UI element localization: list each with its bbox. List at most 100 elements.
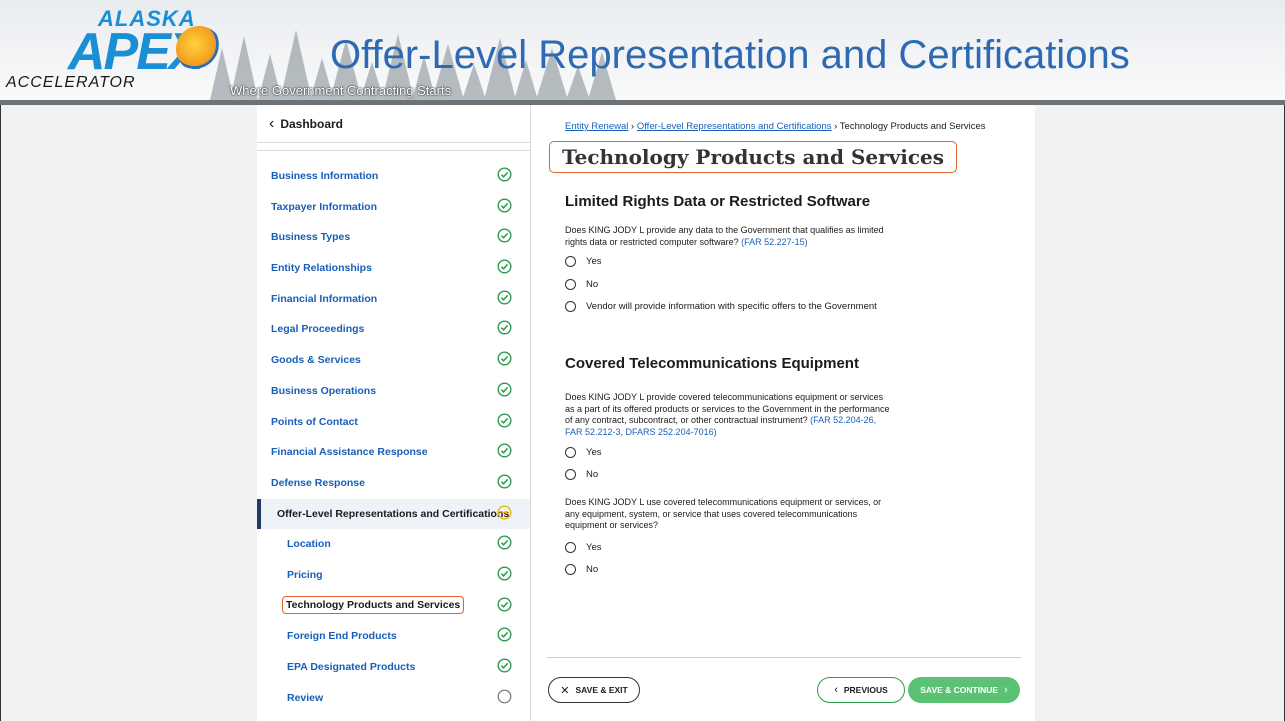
sidebar: ‹ Dashboard Business Information Taxpayer…	[257, 105, 531, 721]
radio-option-yes[interactable]: Yes	[565, 542, 602, 553]
slide-tagline: Where Government Contracting Starts	[230, 83, 452, 98]
sidebar-item-defense-response[interactable]: Defense Response	[257, 468, 530, 499]
radio-button[interactable]	[565, 469, 576, 480]
radio-button[interactable]	[565, 564, 576, 575]
question-telecom-provide: Does KING JODY L provide covered telecom…	[565, 392, 895, 438]
sidebar-item-business-types[interactable]: Business Types	[257, 222, 530, 253]
check-circle-icon	[497, 198, 512, 213]
check-circle-icon	[497, 351, 512, 366]
sidebar-item-business-information[interactable]: Business Information	[257, 161, 530, 192]
logo-text-accelerator: ACCELERATOR	[6, 74, 136, 91]
dashboard-label: Dashboard	[280, 117, 344, 131]
check-circle-icon	[497, 228, 512, 243]
sidebar-item-label: Pricing	[287, 568, 323, 581]
radio-option-yes[interactable]: Yes	[565, 256, 602, 267]
breadcrumb-link-offer-level[interactable]: Offer-Level Representations and Certific…	[637, 121, 832, 132]
radio-button[interactable]	[565, 256, 576, 267]
radio-option-yes[interactable]: Yes	[565, 447, 602, 458]
sidebar-item-goods-services[interactable]: Goods & Services	[257, 345, 530, 376]
check-circle-icon	[497, 627, 512, 642]
option-label: Vendor will provide information with spe…	[586, 301, 877, 312]
option-label: No	[586, 279, 599, 290]
breadcrumb: Entity Renewal › Offer-Level Representat…	[565, 121, 986, 132]
check-circle-icon	[497, 597, 512, 612]
sidebar-item-business-operations[interactable]: Business Operations	[257, 376, 530, 407]
radio-option-no[interactable]: No	[565, 279, 598, 290]
chevron-right-icon: ›	[1004, 684, 1008, 696]
save-continue-button[interactable]: SAVE & CONTINUE ›	[908, 677, 1020, 703]
sidebar-item-label: Goods & Services	[271, 354, 361, 367]
sidebar-item-label: Defense Response	[271, 476, 365, 489]
slide-header: ALASKA APEX ACCELERATOR Where Government…	[0, 0, 1285, 100]
sidebar-item-financial-assistance-response[interactable]: Financial Assistance Response	[257, 437, 530, 468]
sidebar-nav: Business Information Taxpayer Informatio…	[257, 161, 530, 713]
sidebar-subitem-pricing[interactable]: Pricing	[257, 560, 530, 591]
logo-sun-icon	[176, 26, 222, 72]
question-text: Does KING JODY L use covered telecommuni…	[565, 497, 882, 530]
check-circle-icon	[497, 382, 512, 397]
sidebar-item-label: Taxpayer Information	[271, 200, 377, 213]
breadcrumb-link-entity-renewal[interactable]: Entity Renewal	[565, 121, 628, 132]
radio-button[interactable]	[565, 542, 576, 553]
sidebar-item-label: EPA Designated Products	[287, 661, 416, 673]
radio-option-no[interactable]: No	[565, 469, 598, 480]
check-circle-icon	[497, 167, 512, 182]
radio-button[interactable]	[565, 447, 576, 458]
question-limited-rights: Does KING JODY L provide any data to the…	[565, 225, 895, 248]
sidebar-item-label: Location	[287, 538, 331, 551]
button-label: SAVE & CONTINUE	[920, 685, 999, 695]
question-text: Does KING JODY L provide any data to the…	[565, 225, 884, 247]
sidebar-item-offer-level-reps-certs[interactable]: Offer-Level Representations and Certific…	[257, 498, 530, 530]
sidebar-subitem-foreign-end-products[interactable]: Foreign End Products	[257, 621, 530, 652]
radio-button[interactable]	[565, 279, 576, 290]
sidebar-item-taxpayer-information[interactable]: Taxpayer Information	[257, 192, 530, 223]
sidebar-item-label: Business Types	[271, 231, 351, 244]
sidebar-item-label: Offer-Level Representations and Certific…	[277, 507, 510, 520]
check-circle-icon	[497, 535, 512, 550]
sidebar-item-points-of-contact[interactable]: Points of Contact	[257, 407, 530, 438]
sidebar-subitem-epa-designated-products[interactable]: EPA Designated Products	[257, 652, 530, 683]
main-content: Entity Renewal › Offer-Level Representat…	[535, 105, 1035, 721]
radio-option-no[interactable]: No	[565, 564, 598, 575]
sidebar-item-label: Financial Information	[271, 292, 378, 305]
far-reference-link[interactable]: (FAR 52.227-15)	[741, 237, 808, 247]
section-heading-limited-rights: Limited Rights Data or Restricted Softwa…	[565, 193, 871, 210]
previous-button[interactable]: ‹ PREVIOUS	[817, 677, 905, 703]
option-label: No	[586, 564, 599, 575]
save-exit-button[interactable]: ✕ SAVE & EXIT	[548, 677, 640, 703]
in-progress-circle-icon	[497, 505, 512, 520]
check-circle-icon	[497, 320, 512, 335]
check-circle-icon	[497, 474, 512, 489]
page-title: Technology Products and Services	[549, 141, 958, 173]
empty-circle-icon	[497, 689, 512, 704]
dashboard-back-link[interactable]: ‹ Dashboard	[269, 115, 343, 133]
radio-option-vendor[interactable]: Vendor will provide information with spe…	[565, 301, 877, 312]
question-telecom-use: Does KING JODY L use covered telecommuni…	[565, 497, 895, 532]
sidebar-item-label: Business Operations	[271, 384, 377, 397]
sidebar-subitem-technology-products[interactable]: Technology Products and Services	[257, 591, 530, 622]
check-circle-icon	[497, 443, 512, 458]
sidebar-item-label: Points of Contact	[271, 415, 358, 428]
sidebar-item-label: Technology Products and Services	[282, 595, 465, 614]
sidebar-item-label: Legal Proceedings	[271, 323, 365, 336]
radio-button[interactable]	[565, 301, 576, 312]
breadcrumb-separator: ›	[631, 121, 635, 132]
option-label: Yes	[586, 256, 602, 267]
breadcrumb-separator: ›	[834, 121, 838, 132]
sidebar-item-financial-information[interactable]: Financial Information	[257, 284, 530, 315]
sidebar-subitem-location[interactable]: Location	[257, 529, 530, 560]
background-gutter-right	[1035, 105, 1284, 721]
check-circle-icon	[497, 290, 512, 305]
option-label: No	[586, 469, 599, 480]
sidebar-item-entity-relationships[interactable]: Entity Relationships	[257, 253, 530, 284]
slide-title: Offer-Level Representation and Certifica…	[330, 33, 1130, 77]
breadcrumb-current: Technology Products and Services	[839, 121, 986, 132]
button-label: PREVIOUS	[843, 685, 888, 695]
sidebar-item-legal-proceedings[interactable]: Legal Proceedings	[257, 314, 530, 345]
section-heading-telecom: Covered Telecommunications Equipment	[565, 355, 859, 372]
button-label: SAVE & EXIT	[575, 685, 628, 695]
check-circle-icon	[497, 412, 512, 428]
sidebar-item-label: Financial Assistance Response	[271, 446, 428, 459]
check-circle-icon	[497, 566, 512, 581]
sidebar-subitem-review[interactable]: Review	[257, 683, 530, 714]
